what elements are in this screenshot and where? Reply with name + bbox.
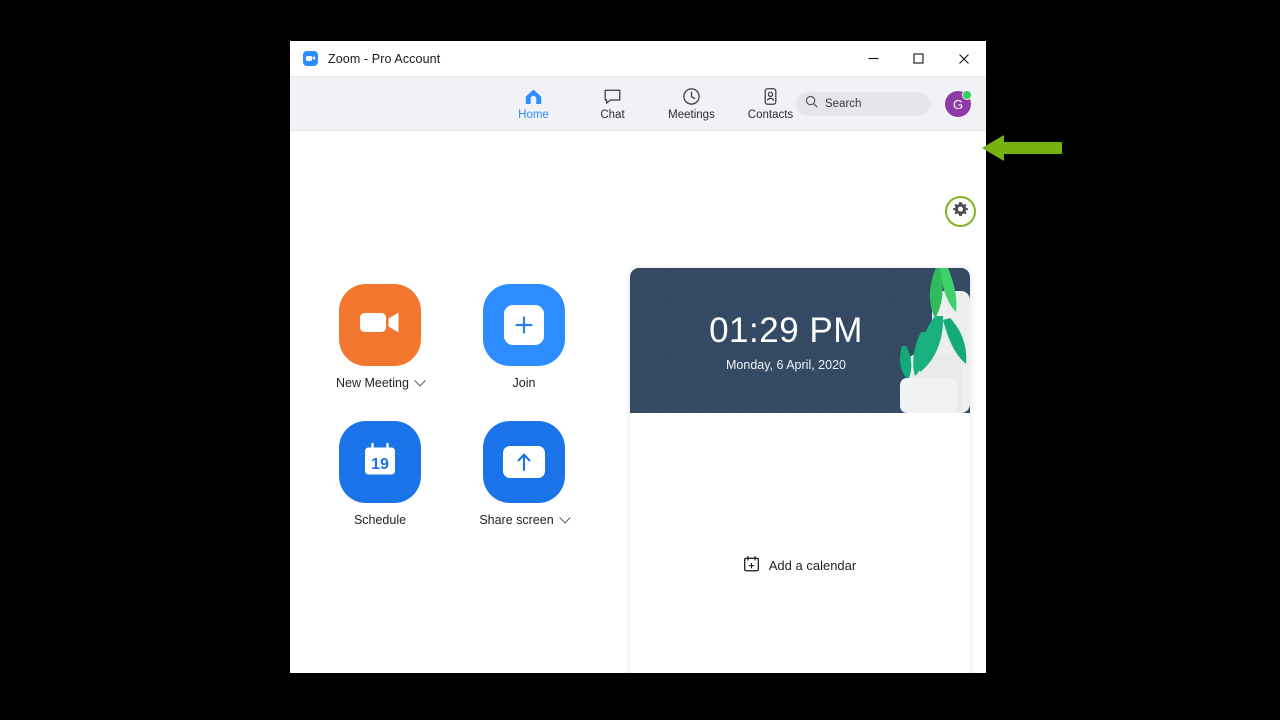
- search-placeholder: Search: [825, 98, 862, 110]
- window-title: Zoom - Pro Account: [328, 51, 441, 66]
- video-camera-icon: [359, 309, 401, 341]
- new-meeting-button[interactable]: [339, 284, 421, 366]
- share-screen-button[interactable]: [483, 421, 565, 503]
- gear-icon: [952, 201, 969, 223]
- screenshot-root: Zoom - Pro Account Home Chat Meetings Co…: [0, 0, 1280, 720]
- tile-schedule-label-row: Schedule: [354, 513, 406, 527]
- chevron-down-icon[interactable]: [559, 512, 571, 524]
- main-navigation-bar: Home Chat Meetings Contacts Search G: [290, 76, 986, 131]
- nav-item-contacts-label: Contacts: [747, 108, 794, 121]
- tile-share-screen-label: Share screen: [479, 513, 554, 527]
- calendar-19-icon: 19: [358, 438, 402, 487]
- home-content: New Meeting Join 19 Schedule Share scree…: [290, 131, 986, 673]
- tile-join[interactable]: Join: [452, 284, 596, 390]
- avatar-initial: G: [952, 96, 964, 112]
- zoom-camera-logo-icon: [303, 51, 318, 66]
- tile-new-meeting[interactable]: New Meeting: [308, 284, 452, 390]
- maximize-button[interactable]: [896, 41, 941, 76]
- nav-item-home[interactable]: Home: [505, 81, 562, 126]
- search-icon: [805, 95, 818, 113]
- home-icon: [524, 87, 543, 107]
- tile-join-label: Join: [512, 376, 536, 390]
- schedule-button[interactable]: 19: [339, 421, 421, 503]
- add-calendar-button[interactable]: Add a calendar: [743, 555, 857, 575]
- minimize-button[interactable]: [851, 41, 896, 76]
- nav-item-contacts[interactable]: Contacts: [742, 81, 799, 126]
- avatar-status-dot: [962, 90, 972, 100]
- tile-new-meeting-label-row: New Meeting: [336, 375, 426, 390]
- window-titlebar: Zoom - Pro Account: [290, 41, 986, 76]
- clock-calendar-card: 01:29 PM Monday, 6 April, 2020 Add a cal…: [630, 268, 970, 673]
- nav-item-meetings[interactable]: Meetings: [663, 81, 720, 126]
- action-tiles: New Meeting Join 19 Schedule Share scree…: [308, 284, 596, 527]
- clock-icon: [682, 87, 701, 107]
- nav-item-meetings-label: Meetings: [668, 108, 715, 121]
- settings-button[interactable]: [945, 196, 976, 227]
- window-controls: [851, 41, 986, 76]
- search-input[interactable]: Search: [796, 92, 930, 116]
- nav-item-home-label: Home: [518, 108, 549, 121]
- chevron-down-icon[interactable]: [414, 375, 426, 387]
- plus-icon: [504, 305, 544, 345]
- contact-card-icon: [761, 87, 780, 107]
- tile-schedule[interactable]: 19 Schedule: [308, 421, 452, 527]
- join-button[interactable]: [483, 284, 565, 366]
- tile-share-screen-label-row: Share screen: [479, 512, 571, 527]
- add-calendar-label: Add a calendar: [768, 557, 857, 573]
- nav-items: Home Chat Meetings Contacts: [505, 77, 799, 130]
- nav-item-chat[interactable]: Chat: [584, 81, 641, 126]
- close-button[interactable]: [941, 41, 986, 76]
- chat-bubble-icon: [603, 87, 622, 107]
- tile-share-screen[interactable]: Share screen: [452, 421, 596, 527]
- annotation-arrow-icon: [982, 135, 1062, 161]
- calendar-plus-icon: [743, 555, 759, 575]
- calendar-area: Add a calendar: [630, 413, 970, 673]
- clock-banner: 01:29 PM Monday, 6 April, 2020: [630, 268, 970, 413]
- up-arrow-screen-icon: [503, 446, 545, 478]
- zoom-app-window: Zoom - Pro Account Home Chat Meetings Co…: [290, 41, 986, 673]
- tile-schedule-label: Schedule: [353, 513, 407, 527]
- calendar-day-number: 19: [371, 456, 389, 473]
- nav-item-chat-label: Chat: [600, 108, 625, 121]
- plant-illustration: [900, 268, 970, 413]
- avatar[interactable]: G: [945, 90, 972, 117]
- tile-join-label-row: Join: [513, 376, 536, 390]
- tile-new-meeting-label: New Meeting: [336, 376, 409, 390]
